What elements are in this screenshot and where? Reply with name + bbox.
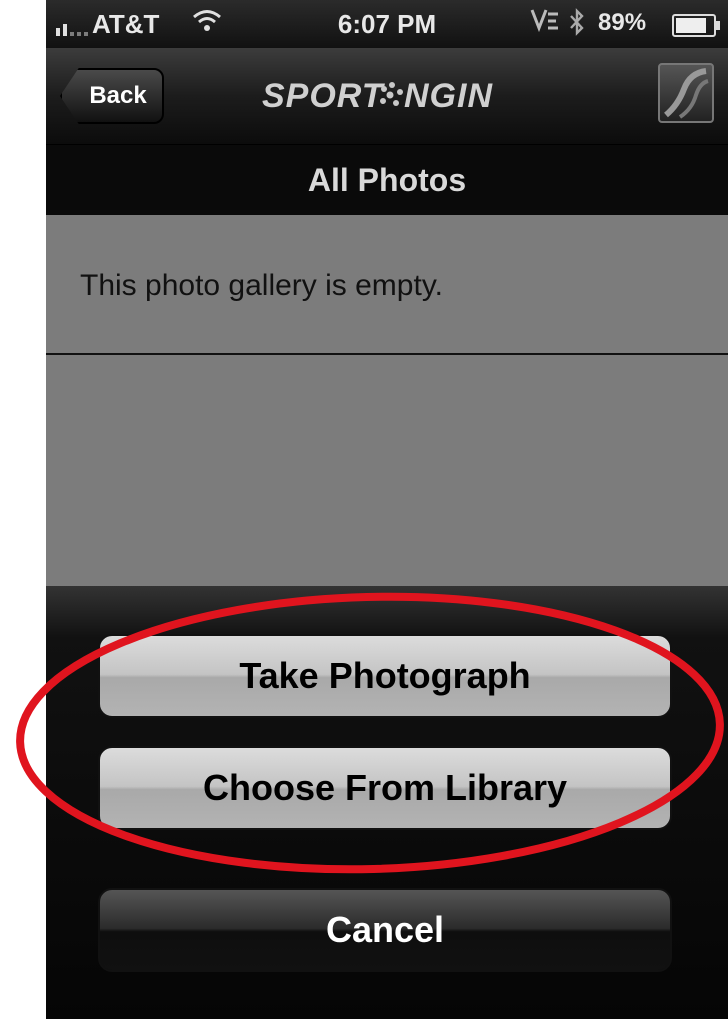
cancel-label: Cancel <box>325 909 445 950</box>
empty-gallery-message: This photo gallery is empty. <box>80 269 443 302</box>
svg-text:NGIN: NGIN <box>404 77 493 115</box>
navigation-bar: Back SPORT NGIN <box>46 48 728 145</box>
action-sheet: Take Photograph Choose From Library Canc… <box>46 586 728 1019</box>
gallery-content: This photo gallery is empty. <box>46 215 728 595</box>
take-photograph-label: Take Photograph <box>239 655 531 696</box>
choose-from-library-button[interactable]: Choose From Library <box>98 746 672 830</box>
battery-percent: 89% <box>598 9 647 36</box>
divider <box>46 353 728 355</box>
section-title: All Photos <box>46 145 728 215</box>
status-bar: AT&T 6:07 PM 89% <box>46 0 728 48</box>
phone-screen: AT&T 6:07 PM 89% Back SPORT NGIN All Pho… <box>46 0 728 1019</box>
battery-icon <box>672 14 720 37</box>
section-title-label: All Photos <box>307 161 467 198</box>
svg-text:SPORT: SPORT <box>262 77 386 115</box>
vpn-icon <box>530 6 560 42</box>
take-photograph-button[interactable]: Take Photograph <box>98 634 672 718</box>
menu-logo-icon[interactable] <box>658 63 714 123</box>
cancel-button[interactable]: Cancel <box>98 888 672 972</box>
bluetooth-icon <box>568 8 586 43</box>
choose-from-library-label: Choose From Library <box>202 767 568 808</box>
sportngin-logo: SPORT NGIN <box>46 74 728 115</box>
